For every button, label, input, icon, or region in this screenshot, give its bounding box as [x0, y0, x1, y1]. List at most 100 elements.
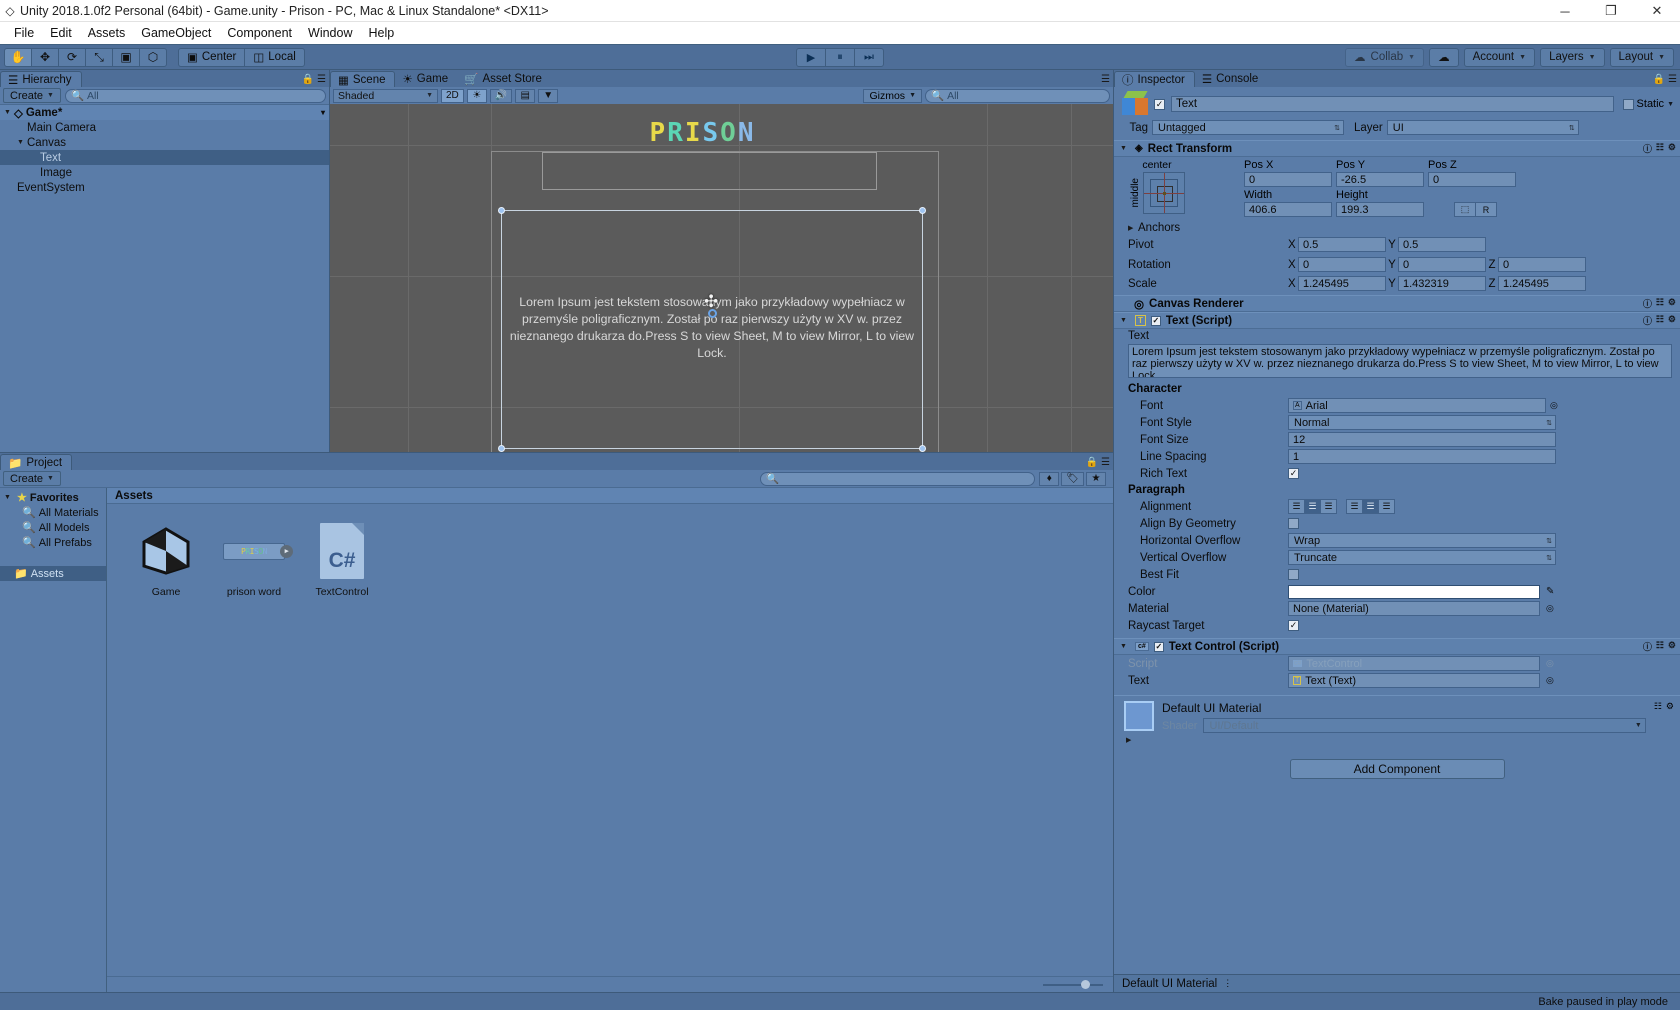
project-create-button[interactable]: Create ▼ [3, 471, 61, 486]
material-object-picker-icon[interactable]: ◎ [1546, 603, 1554, 614]
scale-y-input[interactable]: 1.432319 [1398, 276, 1486, 291]
project-folder-assets[interactable]: 📁 Assets [0, 566, 106, 581]
expand-arrow-icon[interactable]: ▼ [17, 139, 27, 146]
text-color-swatch[interactable] [1288, 585, 1540, 599]
preview-bar[interactable]: Default UI Material ⋮ [1114, 974, 1680, 992]
tab-project[interactable]: 📁 Project [0, 454, 72, 470]
menu-item-assets[interactable]: Assets [80, 24, 134, 42]
play-preview-icon[interactable]: ▶ [280, 545, 293, 558]
expand-arrow-icon[interactable]: ▼ [1120, 317, 1130, 324]
layers-button[interactable]: Layers ▼ [1540, 48, 1604, 67]
line-spacing-input[interactable]: 1 [1288, 449, 1556, 464]
tab-scene[interactable]: ▦ Scene [330, 71, 395, 87]
favorite-star-icon[interactable]: ★ [1086, 472, 1106, 486]
rich-text-checkbox[interactable]: ✓ [1288, 468, 1299, 479]
scale-z-input[interactable]: 1.245495 [1498, 276, 1586, 291]
cloud-button[interactable]: ☁ [1429, 48, 1459, 67]
step-button[interactable]: ⏭ [854, 48, 884, 67]
width-input[interactable]: 406.6 [1244, 202, 1332, 217]
project-search-input[interactable]: 🔍 [760, 472, 1035, 486]
resize-handle-bl[interactable] [498, 445, 505, 452]
expand-arrow-icon[interactable]: ▶ [1128, 224, 1138, 232]
add-component-button[interactable]: Add Component [1290, 759, 1505, 779]
material-expand-arrow[interactable]: ▶ [1114, 731, 1680, 745]
gameobject-enabled-checkbox[interactable]: ✓ [1154, 99, 1165, 110]
hierarchy-item-image[interactable]: Image [0, 165, 329, 180]
project-favorites-root[interactable]: ▼ ★ Favorites [0, 490, 106, 505]
asset-item-textcontrol[interactable]: C# TextControl [305, 520, 379, 598]
preset-icon[interactable]: ☷ [1656, 297, 1664, 310]
expand-arrow-icon[interactable]: ▼ [1120, 643, 1130, 650]
menu-icon[interactable]: ☰ [1101, 457, 1110, 468]
anchor-preset-graphic[interactable] [1143, 172, 1185, 214]
lock-icon[interactable]: 🔒 [302, 74, 314, 85]
play-button[interactable]: ▶ [796, 48, 826, 67]
text-control-text-object-field[interactable]: T Text (Text) [1288, 673, 1540, 688]
chevron-down-icon[interactable]: ▼ [1667, 101, 1674, 108]
menu-item-file[interactable]: File [6, 24, 42, 42]
align-by-geometry-checkbox[interactable]: ✓ [1288, 518, 1299, 529]
gear-icon[interactable]: ⚙ [1668, 297, 1676, 310]
scale-x-input[interactable]: 1.245495 [1298, 276, 1386, 291]
component-header-text-control-script[interactable]: ▼ c# ✓ Text Control (Script) ⓘ ☷ ⚙ [1114, 638, 1680, 655]
gear-icon[interactable]: ⚙ [1666, 701, 1674, 712]
effects-dropdown-icon[interactable]: ▼ [538, 89, 558, 103]
tag-dropdown[interactable]: Untagged ⇅ [1152, 120, 1344, 135]
move-tool-icon[interactable]: ✥ [31, 48, 59, 67]
layer-dropdown[interactable]: UI ⇅ [1387, 120, 1579, 135]
menu-item-window[interactable]: Window [300, 24, 360, 42]
component-header-text-script[interactable]: ▼ T ✓ Text (Script) ⓘ ☷ ⚙ [1114, 312, 1680, 329]
pivot-x-input[interactable]: 0.5 [1298, 237, 1386, 252]
tab-asset-store[interactable]: 🛒 Asset Store [457, 71, 551, 87]
help-icon[interactable]: ⓘ [1643, 314, 1652, 327]
menu-icon[interactable]: ☰ [1101, 74, 1110, 85]
asset-item-game[interactable]: Game [129, 520, 203, 598]
help-icon[interactable]: ⓘ [1643, 640, 1652, 653]
blueprint-mode-button[interactable]: ⬚ [1454, 202, 1476, 217]
font-size-input[interactable]: 12 [1288, 432, 1556, 447]
font-object-picker-icon[interactable]: ◎ [1550, 400, 1558, 411]
lock-icon[interactable]: 🔒 [1653, 74, 1665, 85]
hierarchy-search-input[interactable]: 🔍 All [65, 89, 326, 103]
align-middle-icon[interactable]: ☰ [1362, 499, 1379, 514]
rotation-z-input[interactable]: 0 [1498, 257, 1586, 272]
lock-icon[interactable]: 🔒 [1086, 457, 1098, 468]
hierarchy-item-eventsystem[interactable]: EventSystem [0, 180, 329, 195]
collab-button[interactable]: ☁ Collab ▼ [1345, 48, 1424, 67]
project-favorite-all-prefabs[interactable]: 🔍 All Prefabs [0, 535, 106, 550]
preset-icon[interactable]: ☷ [1656, 640, 1664, 653]
gear-icon[interactable]: ⚙ [1668, 640, 1676, 653]
minimize-button[interactable]: ─ [1542, 0, 1588, 22]
align-right-icon[interactable]: ☰ [1320, 499, 1337, 514]
align-center-icon[interactable]: ☰ [1304, 499, 1321, 514]
eyedropper-icon[interactable]: ✎ [1546, 586, 1554, 597]
filter-type-icon[interactable]: ♦ [1039, 472, 1059, 486]
expand-arrow-icon[interactable]: ▼ [4, 109, 14, 116]
component-header-rect-transform[interactable]: ▼ ◈ Rect Transform ⓘ ☷ ⚙ [1114, 140, 1680, 157]
maximize-button[interactable]: ❐ [1588, 0, 1634, 22]
scale-tool-icon[interactable]: ⤡ [85, 48, 113, 67]
pause-button[interactable]: ⏸ [825, 48, 855, 67]
transform-tool-icon[interactable]: ⬡ [139, 48, 167, 67]
hierarchy-create-button[interactable]: Create ▼ [3, 88, 61, 103]
pos-z-input[interactable]: 0 [1428, 172, 1516, 187]
layout-button[interactable]: Layout ▼ [1610, 48, 1674, 67]
static-toggle-group[interactable]: ✓ Static ▼ [1623, 98, 1674, 110]
project-favorite-all-materials[interactable]: 🔍 All Materials [0, 505, 106, 520]
scene-search-input[interactable]: 🔍 All [925, 89, 1110, 103]
asset-item-prison-word[interactable]: PRISON ▶ prison word [217, 520, 291, 598]
rotation-y-input[interactable]: 0 [1398, 257, 1486, 272]
pos-x-input[interactable]: 0 [1244, 172, 1332, 187]
close-button[interactable]: ✕ [1634, 0, 1680, 22]
horizontal-overflow-dropdown[interactable]: Wrap ⇅ [1288, 533, 1556, 548]
expand-arrow-icon[interactable]: ▼ [1120, 145, 1130, 152]
pos-y-input[interactable]: -26.5 [1336, 172, 1424, 187]
font-object-field[interactable]: A Arial [1288, 398, 1546, 413]
hierarchy-item-main-camera[interactable]: Main Camera [0, 120, 329, 135]
font-style-dropdown[interactable]: Normal ⇅ [1288, 415, 1556, 430]
tab-hierarchy[interactable]: ☰ Hierarchy [0, 71, 82, 87]
resize-handle-tr[interactable] [919, 207, 926, 214]
static-checkbox[interactable]: ✓ [1623, 99, 1634, 110]
menu-item-gameobject[interactable]: GameObject [133, 24, 219, 42]
best-fit-checkbox[interactable]: ✓ [1288, 569, 1299, 580]
